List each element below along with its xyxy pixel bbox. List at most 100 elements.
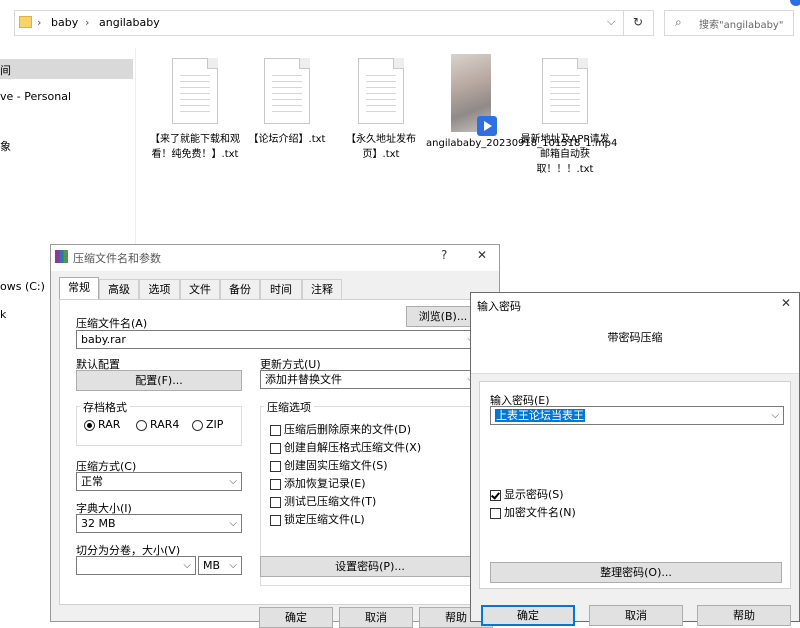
text-file-icon <box>358 58 404 124</box>
browse-button[interactable]: 浏览(B)... <box>406 306 480 327</box>
dictionary-size-select[interactable]: 32 MB ⌵ <box>76 514 242 533</box>
text-file-icon <box>172 58 218 124</box>
option-label: 压缩后删除原来的文件(D) <box>284 423 412 436</box>
dialog-titlebar: 输入密码 ✕ <box>471 293 799 317</box>
search-placeholder: 搜索"angilababy" <box>699 20 784 31</box>
chevron-down-icon: ⌵ <box>229 476 237 487</box>
nav-item-drive-c[interactable]: ows (C:) <box>0 280 45 293</box>
option-delete-after[interactable]: 压缩后删除原来的文件(D) <box>270 421 411 437</box>
breadcrumb-item[interactable]: baby <box>51 16 78 29</box>
search-icon: ⌕ <box>675 15 682 29</box>
compression-method-value: 正常 <box>81 475 103 488</box>
tab-files[interactable]: 文件 <box>180 279 220 299</box>
tab-backup[interactable]: 备份 <box>220 279 260 299</box>
encrypt-filenames-checkbox[interactable]: 加密文件名(N) <box>490 504 576 520</box>
help-button[interactable]: ? <box>441 248 447 262</box>
dialog-heading: 带密码压缩 <box>607 331 663 344</box>
option-test[interactable]: 测试已压缩文件(T) <box>270 493 376 509</box>
archive-format-label: 存档格式 <box>80 399 130 415</box>
format-radio-rar4[interactable]: RAR4 <box>136 418 179 431</box>
format-radio-rar[interactable]: RAR <box>84 418 120 431</box>
radio-icon <box>192 419 203 431</box>
file-name: 最新地址及APP请发邮箱自动获取！！！.txt <box>520 134 610 175</box>
cancel-button[interactable]: 取消 <box>589 605 683 626</box>
checkbox-icon <box>270 460 281 472</box>
file-item[interactable]: 【来了就能下载和观看！纯免费！】.txt <box>150 58 240 162</box>
chevron-down-icon: ⌵ <box>183 560 191 571</box>
checkbox-icon <box>270 496 281 508</box>
archive-name-label: 压缩文件名(A) <box>76 317 148 330</box>
file-name: 【论坛介绍】.txt <box>248 134 326 145</box>
chevron-down-icon: ⌵ <box>771 410 779 421</box>
update-mode-select[interactable]: 添加并替换文件 ⌵ <box>260 370 480 389</box>
show-password-checkbox[interactable]: 显示密码(S) <box>490 486 564 502</box>
password-panel: 输入密码(E) 上表王论坛当表王 ⌵ 显示密码(S) 加密文件名(N) 整理密码… <box>479 381 791 589</box>
password-input[interactable]: 上表王论坛当表王 ⌵ <box>490 406 784 425</box>
file-item[interactable]: 最新地址及APP请发邮箱自动获取！！！.txt <box>520 58 610 177</box>
encrypt-filenames-label: 加密文件名(N) <box>504 506 576 519</box>
tab-time[interactable]: 时间 <box>260 279 302 299</box>
checkbox-icon <box>270 514 281 526</box>
update-mode-value: 添加并替换文件 <box>265 373 342 386</box>
radio-icon <box>136 419 147 431</box>
file-item[interactable]: 【论坛介绍】.txt <box>242 58 332 147</box>
option-recovery[interactable]: 添加恢复记录(E) <box>270 475 366 491</box>
archive-name-value: baby.rar <box>81 333 126 346</box>
ok-button[interactable]: 确定 <box>481 605 575 626</box>
split-unit-value: MB <box>203 559 221 572</box>
address-bar[interactable]: › baby › angilababy ⌵ ↻ <box>14 10 654 36</box>
checkbox-checked-icon <box>490 489 501 501</box>
compression-method-select[interactable]: 正常 ⌵ <box>76 472 242 491</box>
refresh-icon[interactable]: ↻ <box>633 15 643 29</box>
video-thumbnail <box>451 54 497 136</box>
option-label: 创建自解压格式压缩文件(X) <box>284 441 422 454</box>
format-zip-label: ZIP <box>206 418 224 431</box>
close-icon[interactable]: ✕ <box>477 248 487 262</box>
tab-options[interactable]: 选项 <box>139 279 180 299</box>
tab-general[interactable]: 常规 <box>59 277 99 299</box>
tab-strip: 常规 高级 选项 文件 备份 时间 注释 <box>59 277 499 301</box>
file-name: 【永久地址发布页】.txt <box>346 134 416 160</box>
option-lock[interactable]: 锁定压缩文件(L) <box>270 511 365 527</box>
breadcrumb-item[interactable]: angilababy <box>99 16 160 29</box>
tab-advanced[interactable]: 高级 <box>99 279 139 299</box>
file-item[interactable]: angilababy_20230918_101518_1.mp4 <box>426 54 617 151</box>
folder-icon <box>19 16 32 28</box>
cancel-button[interactable]: 取消 <box>339 607 413 628</box>
dialog-title: 压缩文件名和参数 <box>73 252 161 265</box>
ok-button[interactable]: 确定 <box>259 607 333 628</box>
nav-item[interactable]: 象 <box>0 138 11 154</box>
help-icon[interactable] <box>790 0 800 6</box>
option-sfx[interactable]: 创建自解压格式压缩文件(X) <box>270 439 421 455</box>
organize-passwords-button[interactable]: 整理密码(O)... <box>490 562 782 583</box>
set-password-button[interactable]: 设置密码(P)... <box>260 556 480 577</box>
search-box[interactable]: ⌕ 搜索"angilababy" <box>664 10 794 36</box>
text-file-icon <box>264 58 310 124</box>
format-rar4-label: RAR4 <box>150 418 180 431</box>
nav-item-onedrive[interactable]: ve - Personal <box>0 90 71 103</box>
help-footer-button[interactable]: 帮助 <box>697 605 791 626</box>
profiles-button[interactable]: 配置(F)... <box>76 370 242 391</box>
format-radio-zip[interactable]: ZIP <box>192 418 223 431</box>
archive-name-dialog: 压缩文件名和参数 ? ✕ 常规 高级 选项 文件 备份 时间 注释 压缩文件名(… <box>50 244 500 628</box>
split-unit-select[interactable]: MB ⌵ <box>198 556 242 575</box>
chevron-down-icon: ⌵ <box>229 560 237 571</box>
explorer-toolbar: › baby › angilababy ⌵ ↻ ⌕ 搜索"angilababy" <box>0 0 800 48</box>
file-item[interactable]: 【永久地址发布页】.txt <box>336 58 426 162</box>
dictionary-size-value: 32 MB <box>81 517 116 530</box>
checkbox-icon <box>270 478 281 490</box>
nav-item[interactable]: k <box>0 308 6 321</box>
tab-comment[interactable]: 注释 <box>302 279 342 299</box>
checkbox-icon <box>270 424 281 436</box>
archive-name-combo[interactable]: baby.rar ⌵ <box>76 330 480 349</box>
checkbox-icon <box>490 507 501 519</box>
close-icon[interactable]: ✕ <box>781 296 791 310</box>
option-solid[interactable]: 创建固实压缩文件(S) <box>270 457 388 473</box>
password-dialog: 输入密码 ✕ 带密码压缩 输入密码(E) 上表王论坛当表王 ⌵ 显示密码(S) … <box>470 292 800 626</box>
dropdown-chevron-icon[interactable]: ⌵ <box>607 15 615 29</box>
nav-item[interactable]: 间 <box>0 62 11 78</box>
general-tab-panel: 压缩文件名(A) 浏览(B)... baby.rar ⌵ 默认配置 配置(F).… <box>59 299 489 605</box>
split-volume-combo[interactable]: ⌵ <box>76 556 196 575</box>
divider <box>623 11 624 35</box>
chevron-right-icon: › <box>85 16 90 29</box>
